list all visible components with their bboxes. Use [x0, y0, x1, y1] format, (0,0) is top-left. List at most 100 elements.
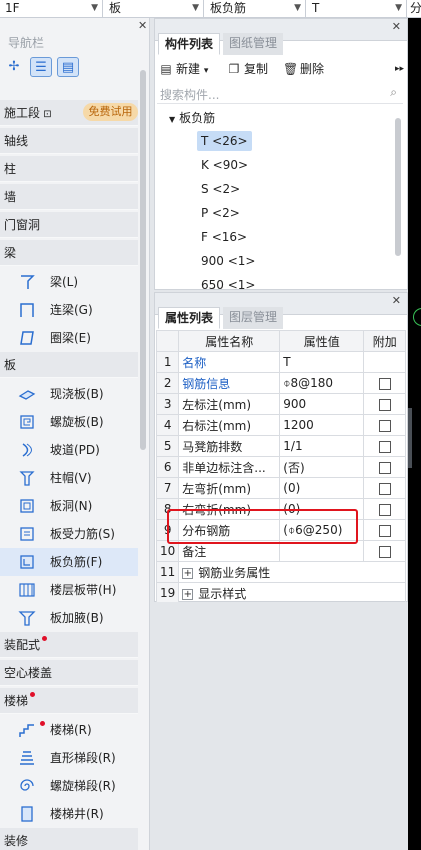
sparkle-icon[interactable]: ✢: [3, 57, 25, 77]
nav-category[interactable]: 楼梯: [0, 688, 138, 714]
nav-item[interactable]: 螺旋板(B): [0, 408, 138, 436]
new-button-label: 新建: [176, 62, 201, 76]
tree-node[interactable]: S <2>: [197, 179, 244, 199]
nav-category[interactable]: 墙: [0, 184, 138, 210]
nav-category[interactable]: 柱: [0, 156, 138, 182]
delete-button-label: 删除: [300, 62, 325, 76]
nav-category[interactable]: 轴线: [0, 128, 138, 154]
ring-beam-icon: [20, 331, 34, 345]
nav-item[interactable]: 板负筋(F): [0, 548, 138, 576]
extra-checkbox[interactable]: [378, 398, 391, 411]
nav-item[interactable]: 连梁(G): [0, 296, 138, 324]
property-value[interactable]: (否): [279, 456, 365, 478]
nav-category[interactable]: 门窗洞: [0, 212, 138, 238]
empty-panel-area: [154, 602, 408, 850]
nav-item[interactable]: 楼梯井(R): [0, 800, 138, 828]
property-value[interactable]: ⌽8@180: [279, 372, 365, 394]
nav-category[interactable]: 装修: [0, 828, 138, 850]
extra-checkbox[interactable]: [378, 377, 391, 390]
copy-button[interactable]: ❐ 复制: [227, 61, 268, 77]
extra-checkbox[interactable]: [378, 545, 391, 558]
property-value[interactable]: T: [279, 351, 365, 373]
component-search[interactable]: 搜索构件... ⌕: [157, 84, 403, 104]
category-dropdown[interactable]: 板 ▼: [104, 0, 204, 17]
nav-item[interactable]: 楼梯(R): [0, 716, 138, 744]
new-button[interactable]: ▤ 新建 ▾: [159, 61, 208, 79]
tree-node[interactable]: F <16>: [197, 227, 251, 247]
nav-item-label: 螺旋板(B): [50, 415, 104, 429]
expand-icon[interactable]: +: [182, 588, 194, 600]
nav-item[interactable]: 楼层板带(H): [0, 576, 138, 604]
property-name: + 钢筋业务属性: [178, 561, 407, 583]
tab-drawing-management[interactable]: 图纸管理: [223, 33, 284, 55]
component-scrollbar[interactable]: [395, 118, 401, 256]
collapse-arrow-icon[interactable]: ▼: [169, 115, 175, 124]
tab-component-list[interactable]: 构件列表: [158, 33, 221, 55]
close-icon[interactable]: ✕: [392, 294, 401, 307]
expand-icon[interactable]: +: [182, 567, 194, 579]
nav-category-label: 施工段: [4, 106, 41, 120]
header-index: [155, 330, 180, 352]
component-dropdown[interactable]: T ▼: [307, 0, 407, 17]
nav-item[interactable]: 板受力筋(S): [0, 520, 138, 548]
nav-category[interactable]: 装配式: [0, 632, 138, 658]
overflow-icon[interactable]: ▸▸: [395, 61, 404, 77]
detail-view-icon[interactable]: ▤: [57, 57, 79, 77]
tree-node[interactable]: P <2>: [197, 203, 244, 223]
search-icon[interactable]: ⌕: [390, 85, 397, 100]
nav-item[interactable]: 圈梁(E): [0, 324, 138, 352]
tree-node[interactable]: T <26>: [197, 131, 252, 151]
property-value[interactable]: 1200: [279, 414, 365, 436]
property-row[interactable]: 2 钢筋信息 ⌽8@180: [155, 372, 407, 394]
delete-button[interactable]: 🗑 删除: [283, 61, 324, 77]
nav-category[interactable]: 空心楼盖: [0, 660, 138, 686]
floor-dropdown[interactable]: 1F ▼: [0, 0, 103, 17]
extra-checkbox[interactable]: [378, 461, 391, 474]
nav-item[interactable]: 现浇板(B): [0, 380, 138, 408]
extra-checkbox[interactable]: [378, 419, 391, 432]
nav-item[interactable]: 板加腋(B): [0, 604, 138, 632]
close-icon[interactable]: ✕: [138, 19, 147, 32]
property-row[interactable]: 5 马凳筋排数 1/1: [155, 435, 407, 457]
nav-item[interactable]: 坡道(PD): [0, 436, 138, 464]
property-row[interactable]: 6 非单边标注含... (否): [155, 456, 407, 478]
property-row[interactable]: 19 + 显示样式: [155, 582, 407, 604]
drawing-canvas[interactable]: [408, 18, 421, 850]
nav-item[interactable]: 柱帽(V): [0, 464, 138, 492]
tree-node[interactable]: 900 <1>: [197, 251, 259, 271]
property-row[interactable]: 3 左标注(mm) 900: [155, 393, 407, 415]
next-dropdown[interactable]: 分: [408, 0, 421, 17]
nav-title: 导航栏: [8, 36, 45, 50]
extra-checkbox[interactable]: [378, 503, 391, 516]
tab-property-list[interactable]: 属性列表: [158, 307, 221, 329]
extra-cell: [363, 456, 407, 478]
property-value[interactable]: 1/1: [279, 435, 365, 457]
property-value[interactable]: 900: [279, 393, 365, 415]
free-trial-badge[interactable]: 免费试用: [83, 103, 138, 121]
property-row[interactable]: 1 名称 T: [155, 351, 407, 373]
extra-checkbox[interactable]: [378, 440, 391, 453]
property-name: + 显示样式: [178, 582, 407, 604]
nav-item[interactable]: 梁(L): [0, 268, 138, 296]
nav-item[interactable]: 板洞(N): [0, 492, 138, 520]
nav-category[interactable]: 板: [0, 352, 138, 378]
nav-item[interactable]: 直形梯段(R): [0, 744, 138, 772]
property-row[interactable]: 4 右标注(mm) 1200: [155, 414, 407, 436]
tree-root[interactable]: ▼ 板负筋: [169, 109, 215, 126]
property-row[interactable]: 11 + 钢筋业务属性: [155, 561, 407, 583]
list-view-icon[interactable]: ☰: [30, 57, 52, 77]
extra-checkbox[interactable]: [378, 482, 391, 495]
property-row[interactable]: 7 左弯折(mm) (0): [155, 477, 407, 499]
tab-layer-management[interactable]: 图层管理: [223, 307, 284, 329]
nav-category[interactable]: 梁: [0, 240, 138, 266]
tree-node[interactable]: K <90>: [197, 155, 252, 175]
nav-scrollbar[interactable]: [140, 70, 146, 450]
extra-checkbox[interactable]: [378, 524, 391, 537]
nav-category[interactable]: 施工段 ⊡ 免费试用: [0, 100, 138, 126]
stair-icon: [19, 724, 34, 737]
nav-item[interactable]: 螺旋梯段(R): [0, 772, 138, 800]
component-type-dropdown[interactable]: 板负筋 ▼: [205, 0, 306, 17]
close-icon[interactable]: ✕: [392, 20, 401, 33]
property-value[interactable]: (0): [279, 477, 365, 499]
search-input[interactable]: 搜索构件...: [160, 86, 219, 103]
